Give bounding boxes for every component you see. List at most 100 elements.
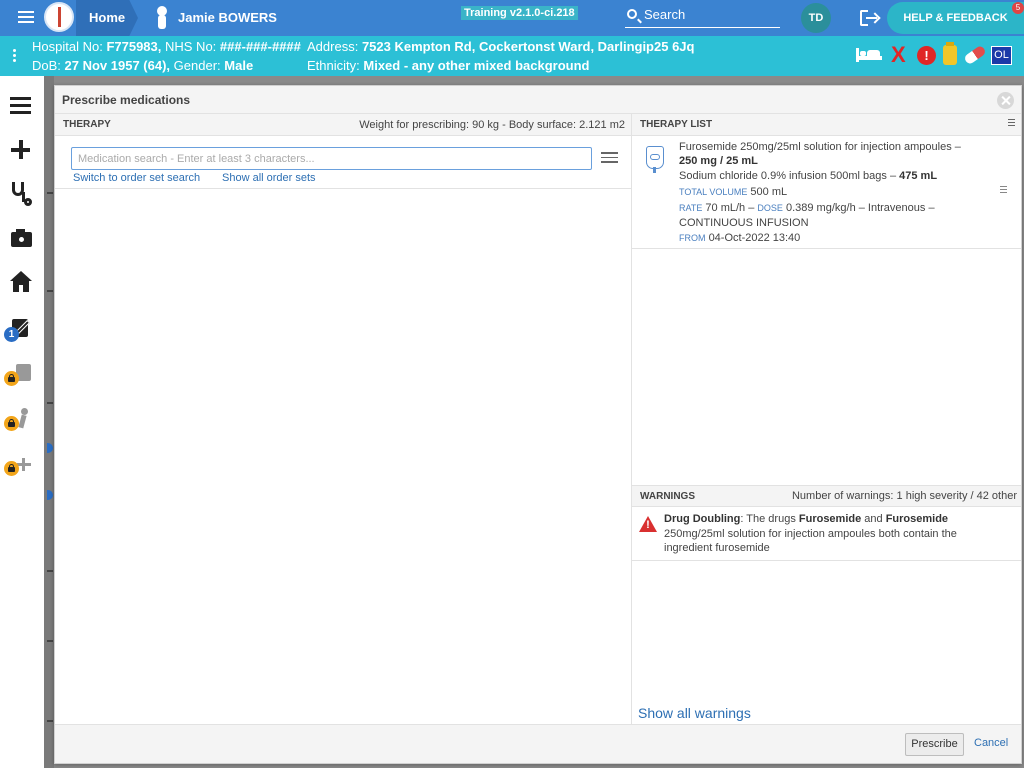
from-line: FROM 04-Oct-2022 13:40 bbox=[679, 232, 800, 244]
modal-title: Prescribe medications bbox=[62, 93, 191, 107]
plus-icon[interactable] bbox=[0, 128, 44, 172]
banner-demographics: DoB: 27 Nov 1957 (64), Gender: Male bbox=[32, 58, 253, 73]
dose: 0.389 mg/kg/h – Intravenous – bbox=[785, 202, 935, 214]
diluent-volume: 475 mL bbox=[899, 170, 938, 182]
close-icon[interactable] bbox=[997, 92, 1014, 109]
banner-ethnicity: Ethnicity: Mixed - any other mixed backg… bbox=[307, 58, 589, 73]
diluent-text: Sodium chloride 0.9% infusion 500ml bags… bbox=[679, 170, 897, 182]
menu-icon[interactable] bbox=[1008, 119, 1015, 128]
therapy-pane: THERAPY Weight for prescribing: 90 kg - … bbox=[55, 114, 631, 724]
therapy-header: THERAPY Weight for prescribing: 90 kg - … bbox=[55, 114, 631, 136]
show-all-warnings-link[interactable]: Show all warnings bbox=[638, 705, 751, 721]
therapy-diluent-line: Sodium chloride 0.9% infusion 500ml bags… bbox=[679, 170, 937, 182]
menu-icon[interactable] bbox=[18, 11, 34, 23]
warning-text-part: : The drugs bbox=[740, 513, 799, 525]
nhs-no: ###-###-#### bbox=[219, 39, 301, 54]
dob-label: DoB: bbox=[32, 58, 61, 73]
camera-icon[interactable] bbox=[0, 216, 44, 260]
warning-item[interactable]: ! Drug Doubling: The drugs Furosemide an… bbox=[632, 508, 1021, 561]
patient-name[interactable]: Jamie BOWERS bbox=[178, 10, 277, 25]
add-icon[interactable] bbox=[0, 440, 44, 484]
gender: Male bbox=[224, 58, 254, 73]
medication-search-input[interactable] bbox=[71, 147, 592, 170]
warning-text: Drug Doubling: The drugs Furosemide and … bbox=[664, 512, 1014, 556]
person-icon bbox=[152, 6, 172, 30]
warning-line-3: ingredient furosemide bbox=[664, 542, 770, 554]
lock-icon bbox=[4, 461, 19, 476]
clipboard-icon[interactable] bbox=[0, 352, 44, 396]
help-feedback-button[interactable]: HELP & FEEDBACK bbox=[887, 2, 1024, 34]
address: 7523 Kempton Rd, Cockertonst Ward, Darli… bbox=[361, 39, 695, 54]
warnings-title: WARNINGS bbox=[640, 491, 695, 502]
user-avatar[interactable]: TD bbox=[801, 3, 831, 33]
therapy-list-pane: THERAPY LIST Furosemide 250mg/25ml solut… bbox=[632, 114, 1021, 724]
app-logo[interactable] bbox=[44, 2, 74, 32]
hospital-no-label: Hospital No: bbox=[32, 39, 103, 54]
infusion-type: CONTINUOUS INFUSION bbox=[679, 217, 809, 229]
notification-badge[interactable]: 5 bbox=[1012, 2, 1024, 14]
total-volume-label: TOTAL VOLUME bbox=[679, 187, 748, 197]
lock-icon bbox=[4, 371, 19, 386]
banner-ids: Hospital No: F775983, NHS No: ###-###-##… bbox=[32, 39, 301, 54]
bottle-icon[interactable] bbox=[943, 42, 957, 65]
gender-label: Gender: bbox=[173, 58, 221, 73]
hospital-no: F775983, bbox=[106, 39, 162, 54]
therapy-list-title: THERAPY LIST bbox=[640, 119, 713, 130]
cancel-button[interactable]: Cancel bbox=[974, 737, 1008, 749]
stethoscope-icon[interactable] bbox=[0, 172, 44, 216]
top-bar: Home Jamie BOWERS Training v2.1.0-ci.218… bbox=[0, 0, 1024, 36]
therapy-list-item[interactable]: Furosemide 250mg/25ml solution for injec… bbox=[632, 137, 1021, 249]
therapy-dose-line: 250 mg / 25 mL bbox=[679, 155, 758, 167]
divider bbox=[55, 188, 631, 189]
show-all-order-sets-link[interactable]: Show all order sets bbox=[222, 172, 316, 184]
warnings-header: WARNINGS Number of warnings: 1 high seve… bbox=[632, 485, 1021, 507]
weight-info: Weight for prescribing: 90 kg - Body sur… bbox=[359, 119, 625, 131]
warning-line-2: 250mg/25ml solution for injection ampoul… bbox=[664, 527, 957, 540]
total-volume-line: TOTAL VOLUME 500 mL bbox=[679, 186, 787, 198]
list-icon[interactable] bbox=[0, 83, 44, 127]
therapy-dose: 250 mg / 25 mL bbox=[679, 155, 758, 167]
rate-dose-line: RATE 70 mL/h – DOSE 0.389 mg/kg/h – Intr… bbox=[679, 202, 935, 214]
alert-icon[interactable]: ! bbox=[917, 46, 936, 65]
warning-text-part: and bbox=[861, 513, 886, 525]
edit-document-icon[interactable]: 1 bbox=[0, 307, 44, 351]
item-menu-icon[interactable] bbox=[1000, 186, 1007, 195]
therapy-drug-line: Furosemide 250mg/25ml solution for injec… bbox=[679, 141, 961, 153]
from-date: 04-Oct-2022 13:40 bbox=[708, 232, 801, 244]
search-label: Search bbox=[644, 7, 686, 22]
rate-label: RATE bbox=[679, 203, 703, 213]
home-icon[interactable] bbox=[0, 262, 44, 306]
x-icon[interactable]: X bbox=[891, 44, 906, 66]
logout-icon[interactable] bbox=[860, 10, 880, 26]
address-label: Address: bbox=[307, 39, 359, 54]
dose-label: DOSE bbox=[757, 203, 783, 213]
lock-icon bbox=[4, 416, 19, 431]
list-menu-icon[interactable] bbox=[601, 152, 618, 164]
search-icon bbox=[627, 9, 637, 19]
ethnicity-label: Ethnicity: bbox=[307, 58, 360, 73]
ethnicity: Mixed - any other mixed background bbox=[363, 58, 590, 73]
therapy-list-header: THERAPY LIST bbox=[632, 114, 1021, 136]
iv-bag-icon bbox=[646, 146, 664, 173]
left-sidebar: 1 bbox=[0, 76, 44, 768]
banner-address: Address: 7523 Kempton Rd, Cockertonst Wa… bbox=[307, 39, 694, 54]
modal-footer: Prescribe Cancel bbox=[55, 724, 1021, 763]
prescribe-modal: Prescribe medications THERAPY Weight for… bbox=[54, 85, 1022, 764]
warning-drug-1: Furosemide bbox=[798, 513, 862, 525]
dob: 27 Nov 1957 (64), bbox=[64, 58, 171, 73]
modal-header: Prescribe medications bbox=[55, 86, 1021, 114]
bed-icon[interactable] bbox=[856, 48, 882, 62]
warning-label: Drug Doubling bbox=[664, 513, 741, 525]
global-search[interactable]: Search bbox=[625, 6, 780, 28]
walking-person-icon[interactable] bbox=[0, 396, 44, 440]
version-label: Training v2.1.0-ci.218 bbox=[461, 6, 578, 20]
more-vertical-icon[interactable] bbox=[13, 49, 17, 64]
therapy-title: THERAPY bbox=[63, 119, 111, 130]
warnings-count: Number of warnings: 1 high severity / 42… bbox=[791, 490, 1017, 502]
ol-icon[interactable]: OL bbox=[991, 46, 1012, 65]
rate: 70 mL/h – bbox=[705, 202, 755, 214]
prescribe-button[interactable]: Prescribe bbox=[905, 733, 964, 756]
warning-drug-2: Furosemide bbox=[885, 513, 949, 525]
switch-order-set-link[interactable]: Switch to order set search bbox=[73, 172, 200, 184]
home-tab[interactable]: Home bbox=[76, 0, 138, 36]
